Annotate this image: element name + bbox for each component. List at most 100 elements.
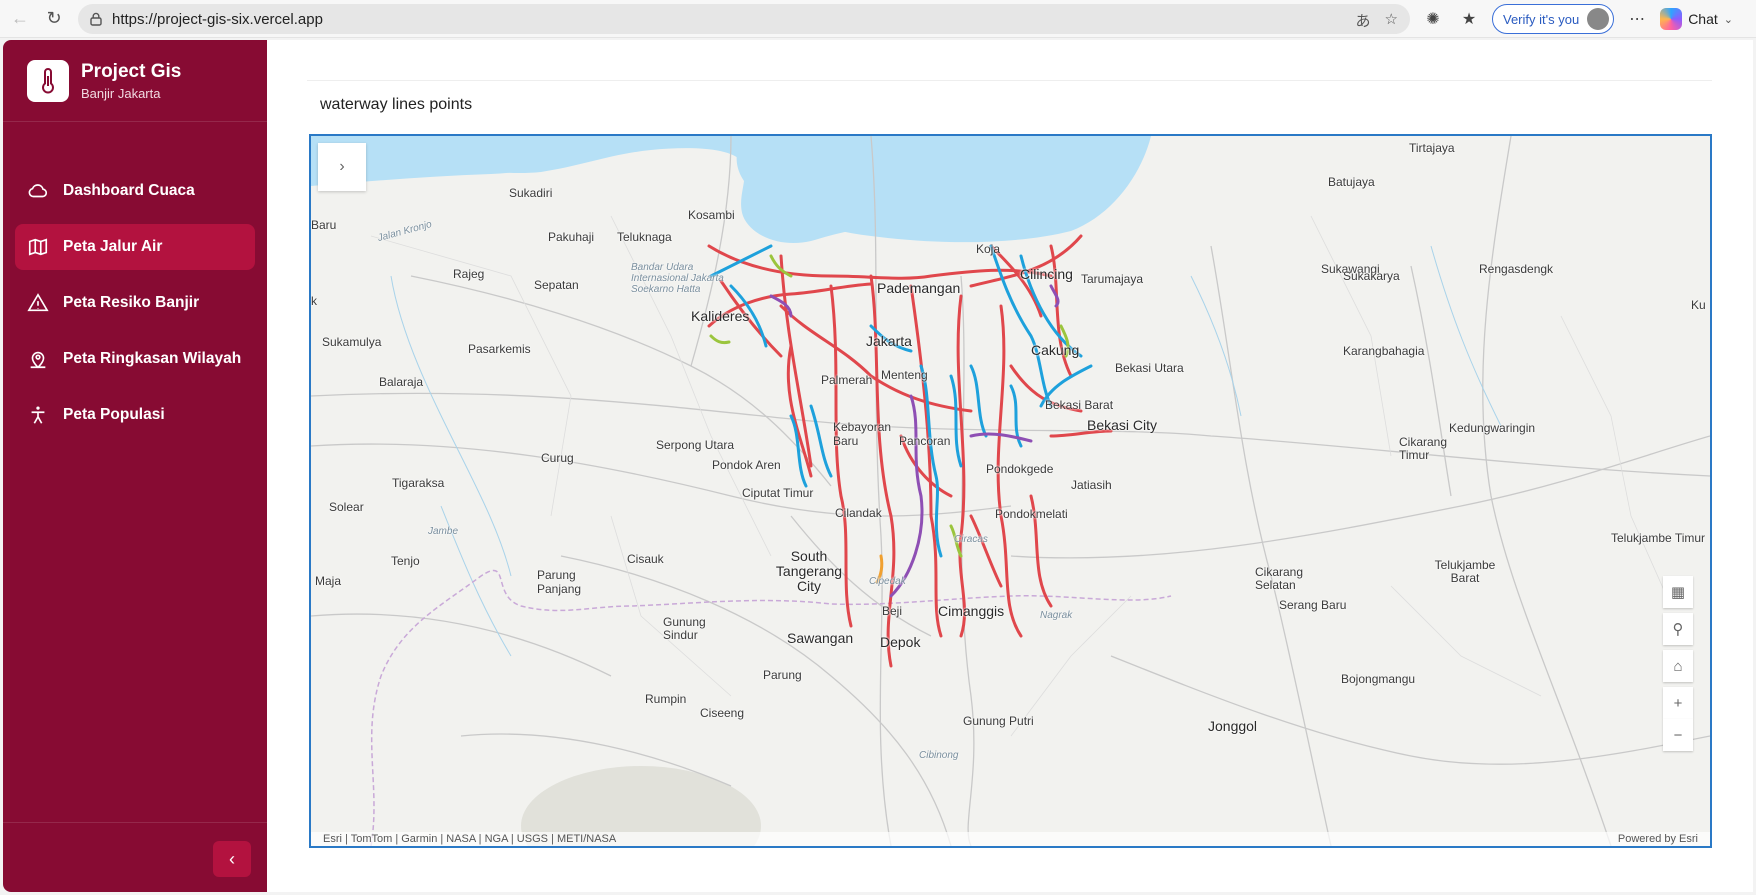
cloud-icon [27,180,49,202]
place-label: Tigaraksa [392,476,445,490]
verify-button[interactable]: Verify it's you [1492,4,1615,34]
divider [3,822,267,823]
place-label: Batujaya [1328,175,1375,189]
place-label: Sukakarya [1343,269,1400,283]
extensions-icon[interactable]: ✺ [1420,6,1446,32]
sidebar-item-peta-ringkasan-wilayah[interactable]: Peta Ringkasan Wilayah [15,336,255,382]
place-label: Ciputat Timur [742,486,814,500]
back-icon[interactable]: ← [6,5,34,33]
page-title: waterway lines points [320,96,473,113]
thermometer-icon [27,60,69,102]
sidebar-item-peta-resiko-banjir[interactable]: Peta Resiko Banjir [15,280,255,326]
place-label: Jatiasih [1071,478,1112,492]
place-label: Bekasi City [1087,417,1158,433]
place-label: Jambe [428,526,459,537]
refresh-icon[interactable]: ↻ [40,5,68,33]
place-label: Pakuhaji [548,230,595,244]
place-label: Pademangan [877,280,961,296]
attribution-text: Esri | TomTom | Garmin | NASA | NGA | US… [323,833,617,845]
map-home-button[interactable]: ⌂ [1663,650,1693,682]
place-label: Tarumajaya [1081,272,1144,286]
sidebar-item-dashboard-cuaca[interactable]: Dashboard Cuaca [15,168,255,214]
place-label: Ciseeng [700,706,745,720]
sidebar-item-peta-jalur-air[interactable]: Peta Jalur Air [15,224,255,270]
browser-toolbar: ← ↻ https://project-gis-six.vercel.app あ… [0,0,1756,38]
sidebar-item-peta-populasi[interactable]: Peta Populasi [15,392,255,438]
place-label: Sukamulya [322,335,382,349]
place-label: Cikarang Timur [1399,435,1448,462]
place-label: Kalideres [691,308,750,324]
place-label: k [311,294,317,308]
place-label: Menteng [881,368,928,382]
place-label: Pondokgede [986,462,1054,476]
place-label: Cimanggis [938,603,1005,619]
url-text: https://project-gis-six.vercel.app [112,10,323,28]
expand-panel-button[interactable]: › [318,143,366,191]
place-label: Parung Panjang [537,568,582,596]
more-icon[interactable]: ⋯ [1624,6,1650,32]
place-label: Cakung [1031,342,1080,358]
place-label: Bojongmangu [1341,672,1416,686]
place-label: Cilincing [1020,266,1073,282]
place-label: Cilandak [835,506,882,520]
place-label: Bekasi Utara [1115,361,1184,375]
place-label: Rengasdengk [1479,262,1554,276]
search-icon: ⚲ [1672,621,1684,638]
map-view[interactable]: Tirtajaya Batujaya Sukadiri Kosambi Baru… [309,134,1712,848]
place-label: Pondok Aren [712,458,781,472]
place-label: Baru [311,218,337,232]
sidebar-item-label: Peta Populasi [63,406,165,423]
place-label: Curug [541,451,574,465]
chevron-down-icon: ⌄ [1723,13,1733,26]
layers-icon: ▦ [1670,584,1686,601]
place-label: Ciracas [954,534,988,545]
sidebar-item-label: Dashboard Cuaca [63,182,195,199]
sidebar: Project Gis Banjir Jakarta Dashboard Cua… [3,40,267,892]
app-title: Project Gis [81,61,182,82]
place-label: Cibinong [919,750,959,761]
brand: Project Gis Banjir Jakarta [27,60,181,102]
place-label: Pasarkemis [468,342,531,356]
place-label: Rumpin [645,692,687,706]
chevron-left-icon: ‹ [229,848,235,869]
place-label: Depok [880,634,921,650]
plus-icon: + [1673,694,1683,712]
place-label: Tirtajaya [1409,141,1455,155]
zoom-out-button[interactable]: − [1663,719,1693,751]
place-label: Bekasi Barat [1045,398,1114,412]
place-label: Serpong Utara [656,438,735,452]
divider [307,80,1712,81]
collapse-sidebar-button[interactable]: ‹ [213,841,251,877]
profile-avatar [1587,8,1610,30]
place-label: Gunung Putri [963,714,1034,728]
airport-label: Bandar Udara Internasional Jakarta Soeka… [631,262,724,295]
place-label: Rajeg [453,267,485,281]
sidebar-item-label: Peta Resiko Banjir [63,294,200,311]
address-bar[interactable]: https://project-gis-six.vercel.app あ ☆ [78,4,1410,34]
zoom-in-button[interactable]: + [1663,687,1693,719]
map-search-button[interactable]: ⚲ [1663,613,1693,645]
place-label: Jonggol [1208,718,1258,734]
map-attribution: Esri | TomTom | Garmin | NASA | NGA | US… [311,832,1710,846]
powered-by-esri[interactable]: Powered by Esri [1618,832,1698,846]
place-label: Cipedak [869,576,906,587]
place-label: Sukadiri [509,186,553,200]
place-label: Cisauk [627,552,664,566]
favorites-icon[interactable]: ★ [1456,6,1482,32]
place-label: Kedungwaringin [1449,421,1536,435]
place-label: Sepatan [534,278,579,292]
waterway-lines[interactable] [707,234,1113,668]
map-canvas[interactable] [311,136,1710,846]
translate-icon[interactable]: あ [1356,10,1371,31]
favorite-star-icon[interactable]: ☆ [1385,10,1398,31]
place-label: Telukjambe Barat [1434,558,1496,585]
place-label: Balaraja [379,375,424,389]
place-label: Jakarta [866,333,912,349]
place-label: Nagrak [1040,610,1073,621]
basemap-gallery-button[interactable]: ▦ [1663,576,1693,608]
sidebar-item-label: Peta Jalur Air [63,238,163,255]
app-subtitle: Banjir Jakarta [81,86,161,101]
divider [3,121,267,122]
home-icon: ⌂ [1673,657,1683,675]
copilot-chat-button[interactable]: Chat ⌄ [1660,8,1733,30]
